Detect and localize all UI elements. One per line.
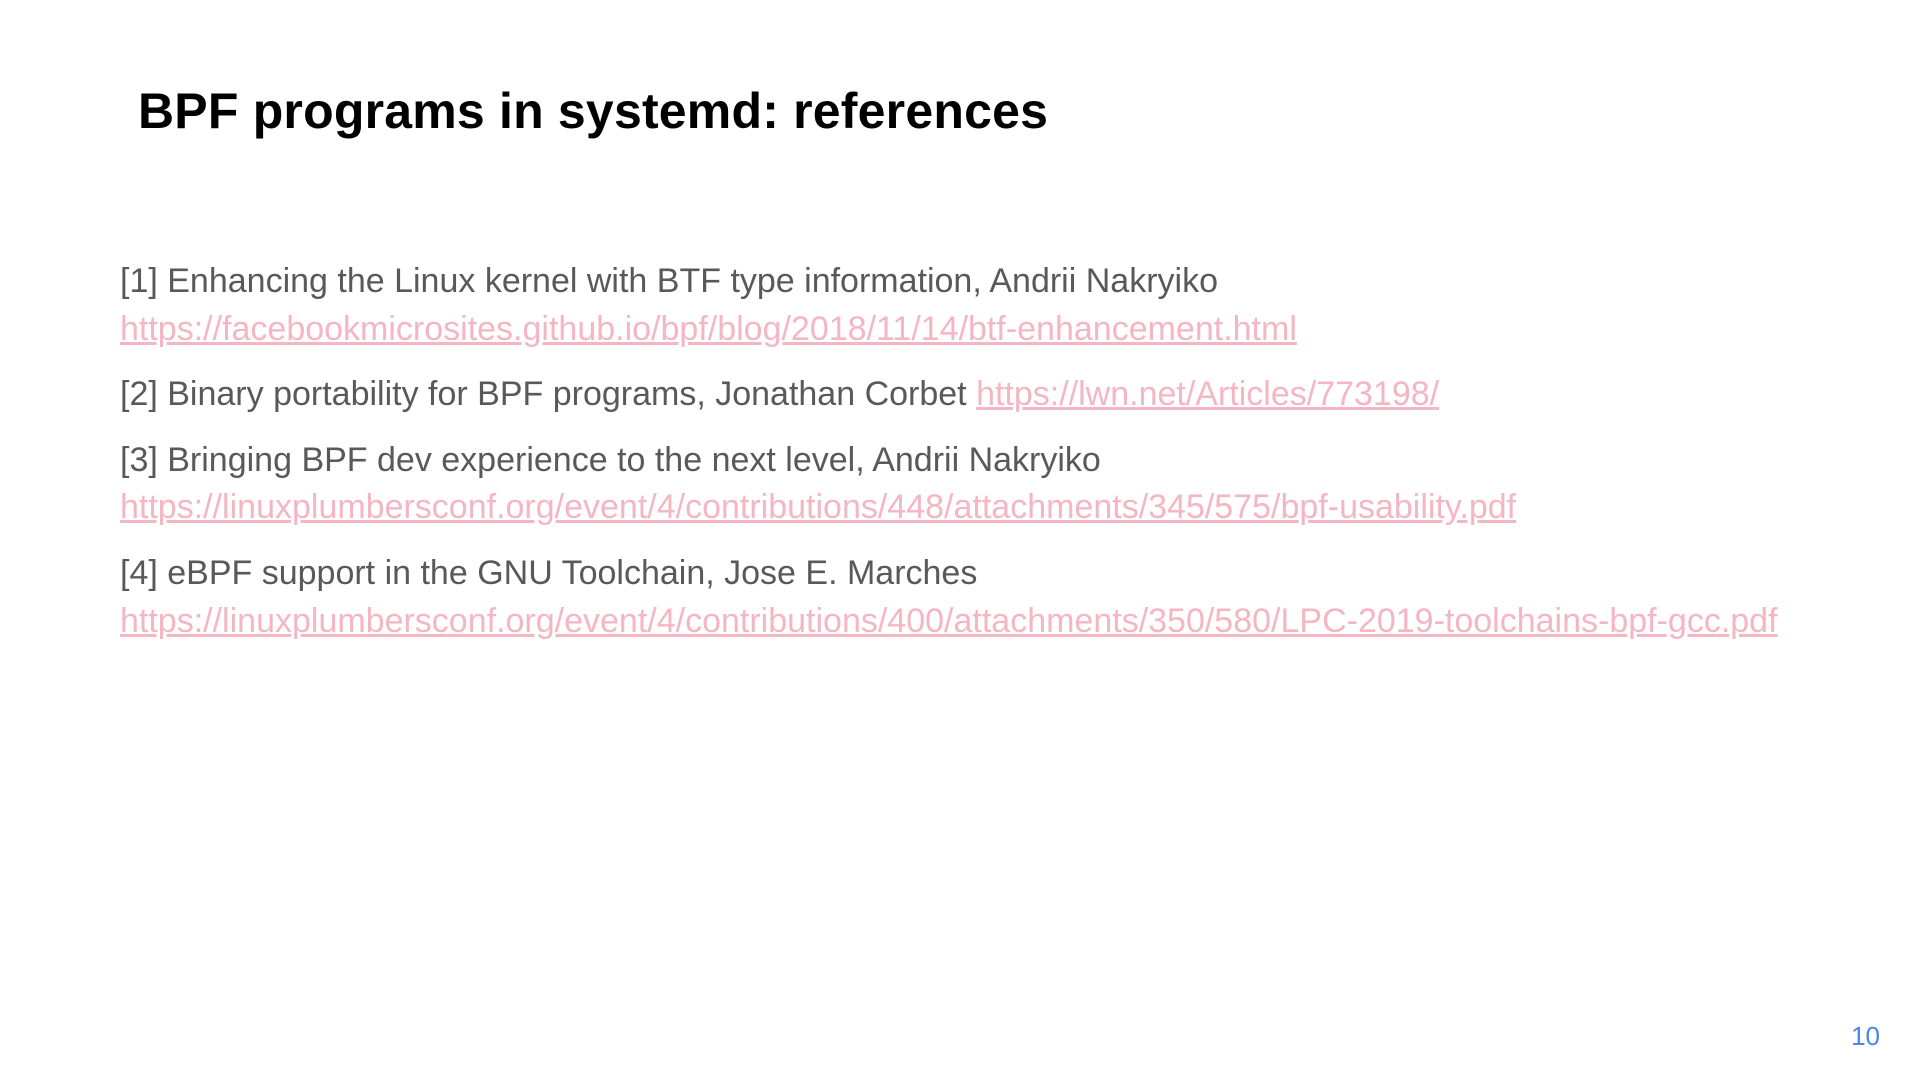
reference-desc: [1] Enhancing the Linux kernel with BTF …	[120, 258, 1800, 306]
reference-item: [3] Bringing BPF dev experience to the n…	[120, 437, 1800, 532]
reference-desc: [4] eBPF support in the GNU Toolchain, J…	[120, 550, 1800, 598]
reference-item: [2] Binary portability for BPF programs,…	[120, 371, 1800, 419]
reference-desc: [2] Binary portability for BPF programs,…	[120, 375, 976, 413]
page-number: 10	[1851, 1021, 1880, 1052]
reference-link[interactable]: https://linuxplumbersconf.org/event/4/co…	[120, 602, 1778, 640]
reference-link[interactable]: https://linuxplumbersconf.org/event/4/co…	[120, 488, 1516, 526]
reference-item: [4] eBPF support in the GNU Toolchain, J…	[120, 550, 1800, 645]
references-body: [1] Enhancing the Linux kernel with BTF …	[120, 258, 1800, 663]
slide: BPF programs in systemd: references [1] …	[0, 0, 1920, 1080]
reference-desc: [3] Bringing BPF dev experience to the n…	[120, 437, 1800, 485]
reference-link[interactable]: https://lwn.net/Articles/773198/	[976, 375, 1439, 413]
slide-title: BPF programs in systemd: references	[138, 82, 1048, 140]
reference-item: [1] Enhancing the Linux kernel with BTF …	[120, 258, 1800, 353]
reference-link[interactable]: https://facebookmicrosites.github.io/bpf…	[120, 310, 1297, 348]
